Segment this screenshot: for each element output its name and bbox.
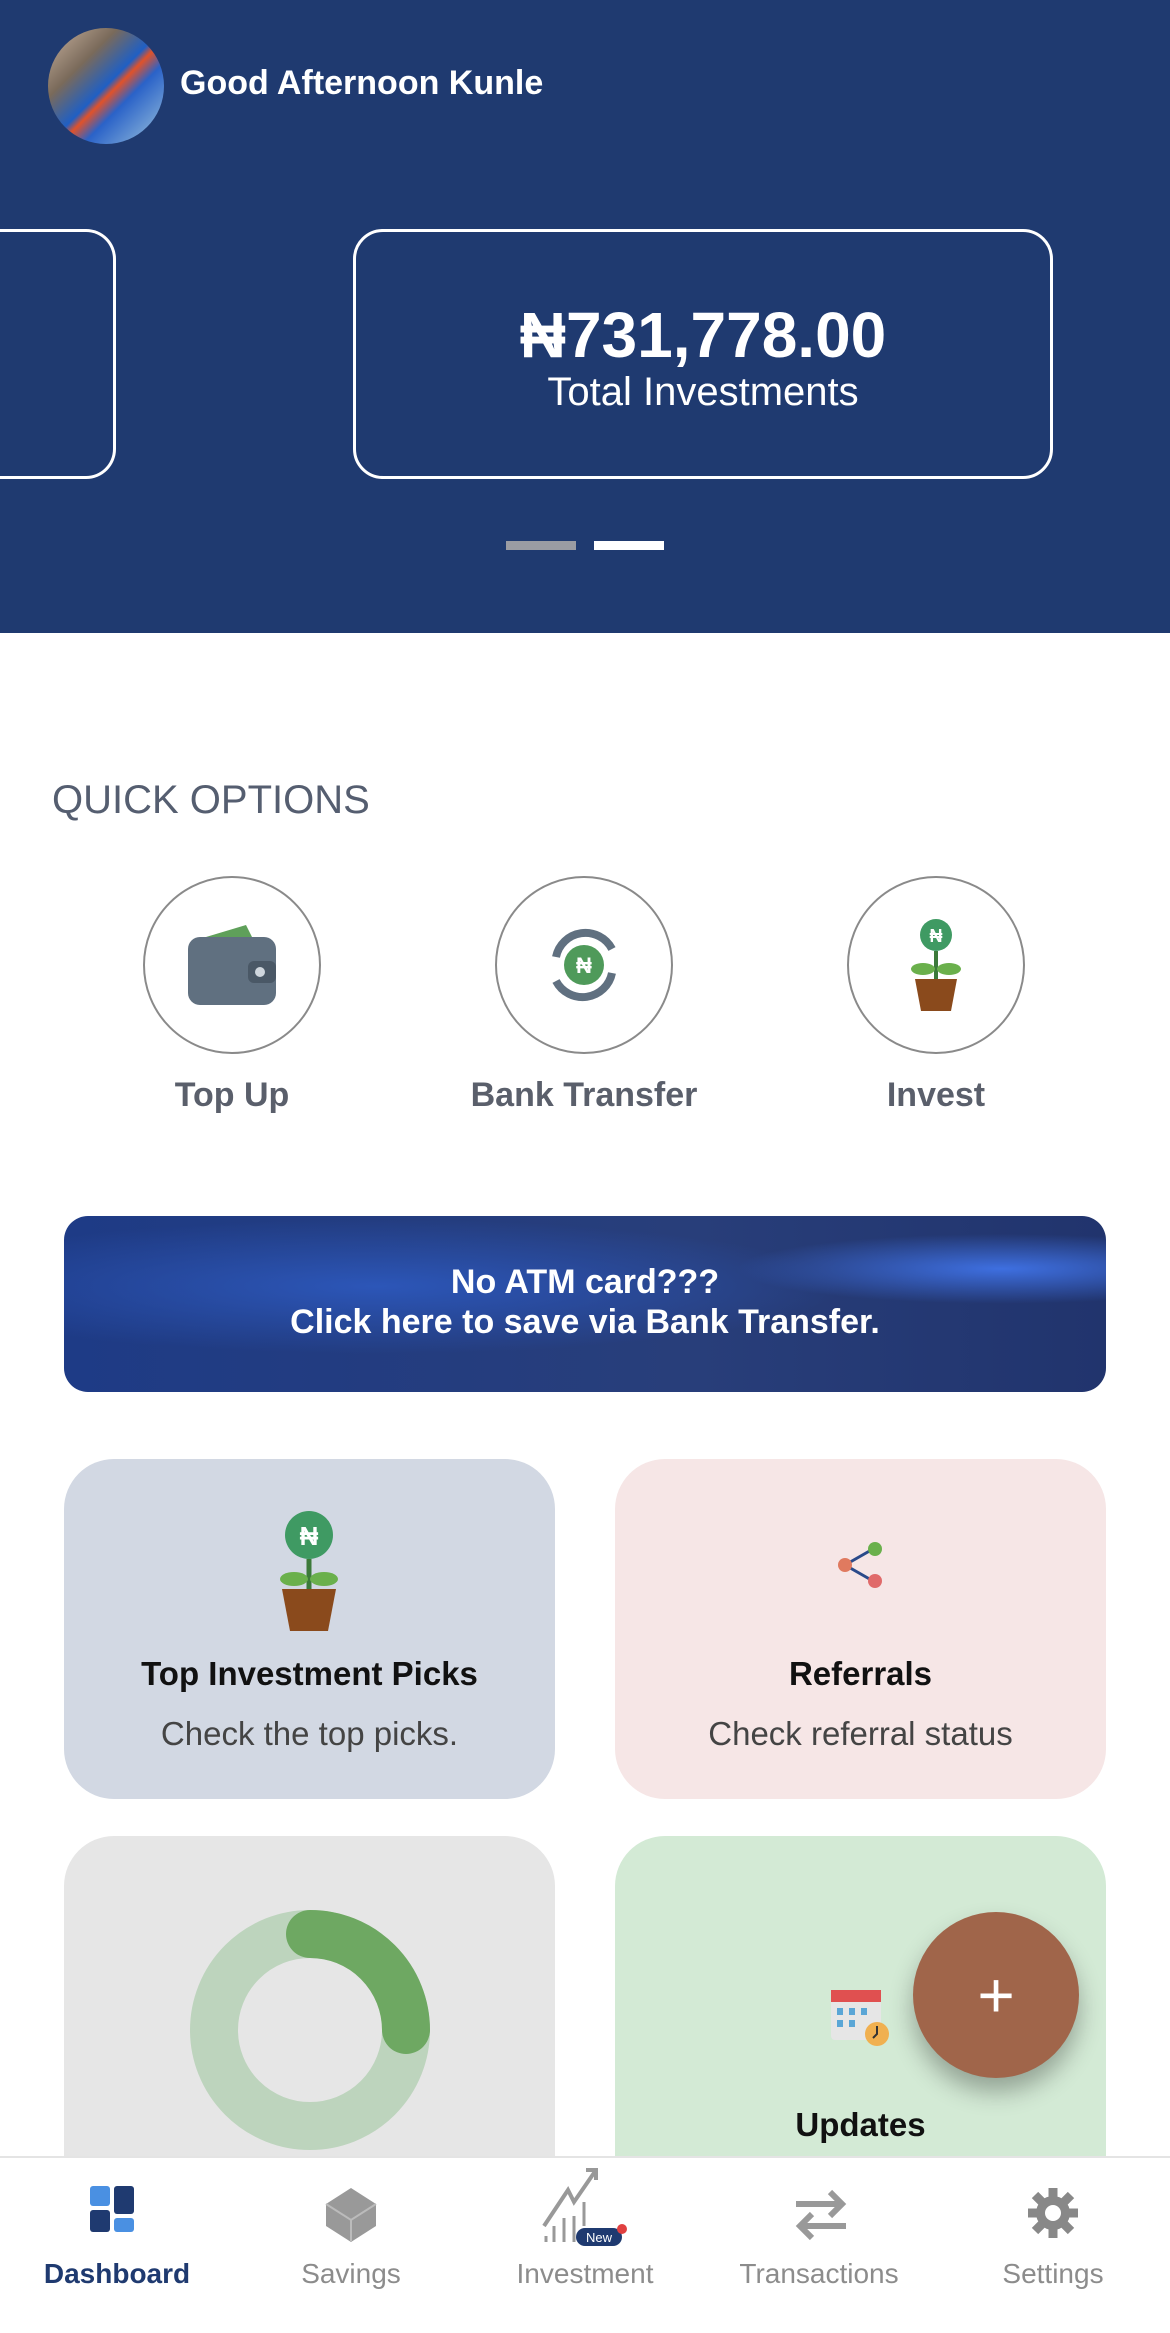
svg-text:₦: ₦ [930, 926, 943, 946]
referral-network-icon [838, 1542, 882, 1588]
invest-label: Invest [886, 1076, 986, 1114]
avatar[interactable] [48, 28, 164, 144]
tile-title: Updates [795, 2106, 926, 2143]
bank-transfer-banner[interactable]: No ATM card??? Click here to save via Ba… [64, 1216, 1106, 1392]
money-plant-icon: ₦ [911, 919, 961, 1011]
quick-options-title: QUICK OPTIONS [52, 778, 370, 822]
donut-progress-chart [190, 1910, 430, 2150]
tile-title: Referrals [788, 1655, 933, 1692]
total-investments-amount: ₦731,778.00 [519, 299, 887, 371]
balance-card[interactable]: ₦731,778.00 Total Investments [353, 229, 1053, 479]
carousel-dot-1[interactable] [506, 541, 576, 550]
nav-label: Investment [516, 2258, 654, 2289]
growth-chart-icon: New [542, 2168, 627, 2246]
svg-text:₦: ₦ [576, 953, 592, 978]
dashboard-icon [90, 2186, 134, 2232]
banner-line-2: Click here to save via Bank Transfer. [290, 1303, 880, 1341]
tile-title: Top Investment Picks [141, 1655, 478, 1692]
bank-transfer-label: Bank Transfer [470, 1076, 698, 1114]
top-up-button[interactable] [143, 876, 321, 1054]
nav-settings[interactable]: Settings [936, 2158, 1170, 2333]
box-icon [325, 2188, 377, 2242]
nav-savings[interactable]: Savings [234, 2158, 468, 2333]
nav-label: Savings [301, 2258, 401, 2289]
carousel-dot-2[interactable] [594, 541, 664, 550]
referrals-tile[interactable]: Referrals Check referral status [615, 1459, 1106, 1799]
bank-transfer-button[interactable]: ₦ [495, 876, 673, 1054]
naira-transfer-icon: ₦ [552, 928, 616, 1002]
nav-investment[interactable]: New Investment [468, 2158, 702, 2333]
svg-text:₦: ₦ [300, 1521, 319, 1551]
total-investments-label: Total Investments [547, 370, 859, 414]
calendar-clock-icon [831, 1990, 889, 2046]
swap-arrows-icon [795, 2189, 847, 2241]
nav-label: Dashboard [43, 2258, 191, 2289]
money-plant-icon: ₦ [280, 1511, 338, 1631]
nav-label: Transactions [739, 2258, 899, 2289]
new-badge: New [586, 2230, 613, 2245]
top-investment-picks-tile[interactable]: ₦ Top Investment Picks Check the top pic… [64, 1459, 555, 1799]
tile-subtitle: Check referral status [708, 1715, 1013, 1752]
top-up-label: Top Up [174, 1076, 290, 1114]
greeting: Good Afternoon Kunle [180, 64, 544, 102]
nav-dashboard[interactable]: Dashboard [0, 2158, 234, 2333]
tile-subtitle: Check the top picks. [160, 1715, 459, 1752]
bottom-nav: Dashboard Savings New Investment Transac… [0, 2156, 1170, 2333]
nav-transactions[interactable]: Transactions [702, 2158, 936, 2333]
gear-icon [1028, 2188, 1078, 2238]
balance-card-previous[interactable] [0, 229, 116, 479]
banner-line-1: No ATM card??? [450, 1263, 720, 1301]
wallet-icon [188, 925, 276, 1005]
invest-button[interactable]: ₦ [847, 876, 1025, 1054]
progress-tile[interactable] [64, 1836, 555, 2156]
add-fab-button[interactable]: + [913, 1912, 1079, 2078]
nav-label: Settings [1002, 2258, 1104, 2289]
